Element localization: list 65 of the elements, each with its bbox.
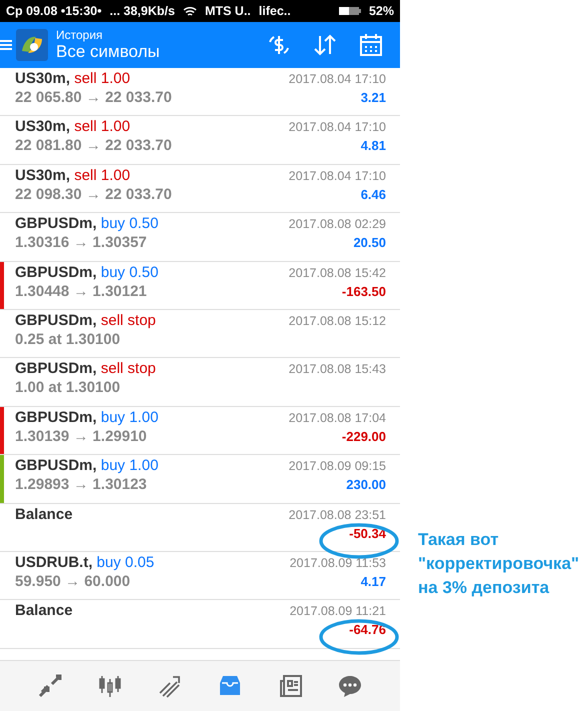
candlestick-icon[interactable]: [97, 673, 123, 699]
deal-title: GBPUSDm, buy 0.50: [15, 215, 160, 232]
deal-prices: 1.30316 → 1.30357: [15, 234, 148, 252]
deal-title: US30m, sell 1.00: [15, 118, 132, 136]
deal-time: 2017.08.08 15:42: [288, 264, 386, 280]
deal-title: US30m, sell 1.00: [15, 166, 132, 184]
annotation-text: Такая вот: [418, 530, 500, 550]
annotation-text: на 3% депозита: [418, 578, 550, 598]
app-logo-icon[interactable]: [16, 29, 48, 61]
deal-title: USDRUB.t, buy 0.05: [15, 554, 156, 571]
deal-prices: 59.950 → 60.000: [15, 572, 132, 590]
deal-prices: 1.29893 → 1.30123: [15, 476, 148, 494]
calendar-icon[interactable]: [358, 32, 384, 58]
deal-title: GBPUSDm, buy 1.00: [15, 408, 160, 426]
deal-time: 2017.08.09 09:15: [288, 458, 386, 474]
deal-time: 2017.08.08 02:29: [288, 216, 386, 232]
deal-title: GBPUSDm, buy 1.00: [15, 457, 160, 474]
deal-time: 2017.08.08 15:12: [288, 312, 386, 328]
profit-value: -163.50: [342, 284, 386, 299]
menu-icon[interactable]: [0, 39, 12, 51]
battery-icon: [338, 6, 361, 16]
profit-value: -50.34: [349, 526, 386, 541]
deal-title: GBPUSDm, buy 0.50: [15, 264, 160, 281]
deal-prices: 22 065.80 → 22 033.70: [15, 89, 173, 106]
screen-subtitle[interactable]: Все символы: [56, 42, 256, 62]
trend-line-icon[interactable]: [157, 673, 183, 699]
status-time: Ср 09.08 •15:30•: [6, 4, 102, 18]
sort-icon[interactable]: [312, 32, 338, 58]
profit-value: -64.76: [349, 622, 386, 638]
deal-time: 2017.08.04 17:10: [288, 71, 386, 86]
network-speed: ... 38,9Kb/s: [110, 4, 175, 18]
screen-title: История: [56, 28, 104, 42]
profit-value: 6.46: [360, 186, 386, 202]
order-details: 1.00 at 1.30100: [15, 379, 122, 396]
carrier-name: lifec..: [258, 4, 291, 18]
profit-value: 230.00: [346, 477, 386, 492]
deal-time: 2017.08.04 17:10: [288, 119, 386, 134]
deal-time: 2017.08.08 23:51: [288, 506, 386, 522]
profit-value: 4.81: [360, 138, 386, 154]
deal-time: 2017.08.04 17:10: [288, 168, 386, 183]
order-details: 0.25 at 1.30100: [15, 330, 122, 348]
newspaper-icon[interactable]: [277, 673, 303, 699]
profit-value: -229.00: [342, 428, 386, 444]
deal-time: 2017.08.08 15:43: [288, 361, 386, 376]
carrier-name: MTS U..: [204, 4, 251, 18]
deal-prices: 1.30448 → 1.30121: [15, 282, 148, 300]
deal-title: GBPUSDm, sell stop: [15, 312, 157, 329]
annotation-text: "корректировочка": [418, 554, 580, 574]
profit-value: 4.17: [360, 574, 386, 589]
row-title: Balance: [15, 506, 74, 523]
deal-time: 2017.08.08 17:04: [288, 410, 386, 425]
row-title: Balance: [15, 602, 74, 620]
chat-icon[interactable]: [337, 673, 363, 699]
deal-time: 2017.08.09 11:53: [290, 554, 386, 570]
wifi-icon: [182, 6, 197, 16]
trade-arrows-icon[interactable]: [37, 673, 63, 699]
deal-prices: 1.30139 → 1.29910: [15, 428, 148, 445]
deal-title: GBPUSDm, sell stop: [15, 360, 157, 378]
battery-level: 52%: [368, 4, 394, 18]
deal-prices: 22 081.80 → 22 033.70: [15, 137, 173, 154]
deal-title: US30m, sell 1.00: [15, 70, 132, 87]
profit-value: 3.21: [360, 90, 386, 105]
profit-value: 20.50: [353, 235, 386, 250]
deal-time: 2017.08.09 11:21: [290, 603, 386, 618]
deal-prices: 22 098.30 → 22 033.70: [15, 186, 173, 203]
